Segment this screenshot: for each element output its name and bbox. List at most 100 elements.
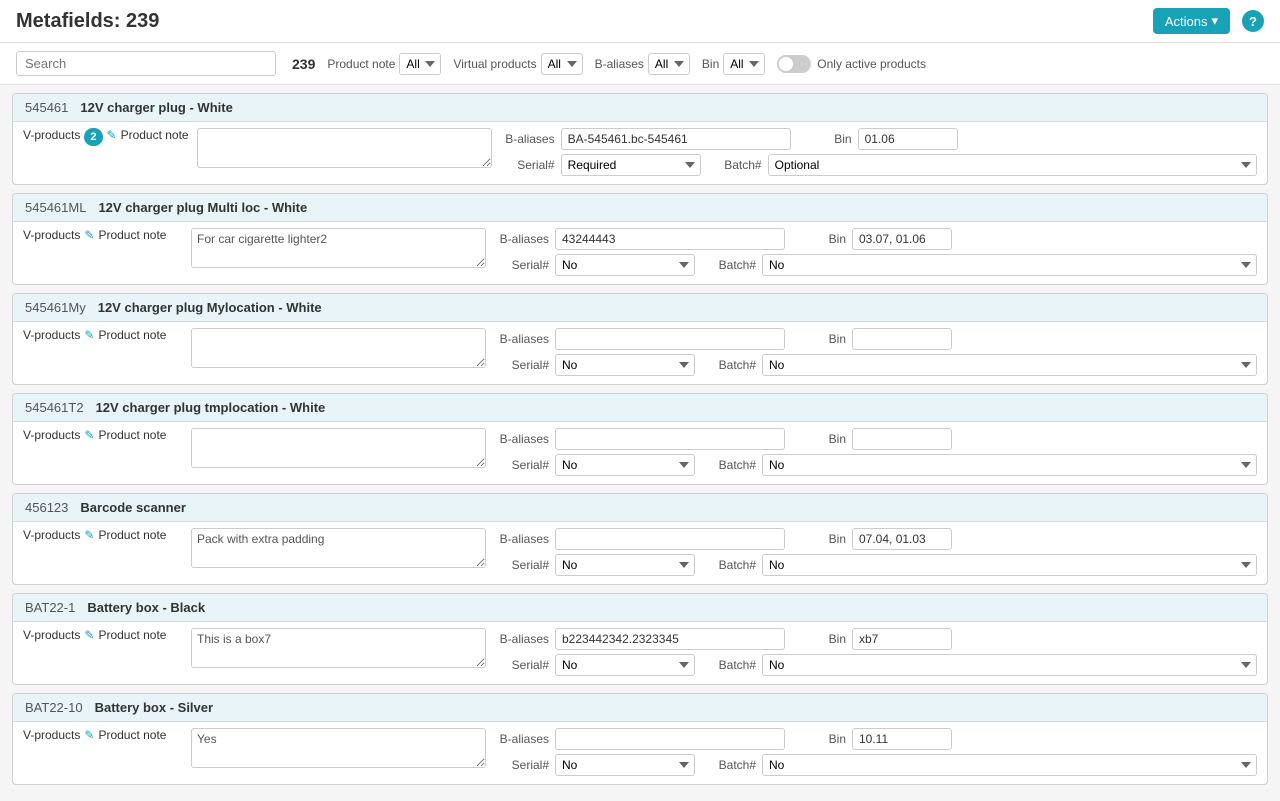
b-aliases-bin-row: B-aliases Bin [494, 328, 1257, 350]
product-body: V-products✎Product notePack with extra p… [13, 522, 1267, 584]
search-input[interactable] [16, 51, 276, 76]
batch-select[interactable]: NoRequiredOptional [768, 154, 1257, 176]
left-col: V-products2✎Product note [23, 128, 189, 146]
b-aliases-bin-row: B-aliases Bin [494, 228, 1257, 250]
note-textarea[interactable] [191, 328, 486, 368]
serial-select[interactable]: NoRequiredOptional [561, 154, 701, 176]
left-col: V-products✎Product note [23, 228, 183, 242]
bin-input[interactable] [852, 728, 952, 750]
b-aliases-label: B-aliases [494, 232, 549, 246]
bin-input[interactable] [852, 328, 952, 350]
virtual-products-select[interactable]: All [541, 53, 583, 75]
note-textarea[interactable]: Pack with extra padding [191, 528, 486, 568]
edit-icon[interactable]: ✎ [84, 328, 94, 342]
bin-label: Bin [797, 132, 852, 146]
edit-icon[interactable]: ✎ [84, 628, 94, 642]
top-bar: Metafields: 239 Actions ▾ ? [0, 0, 1280, 43]
note-textarea[interactable] [191, 428, 486, 468]
product-header: BAT22-10Battery box - Silver [13, 694, 1267, 722]
bin-input[interactable] [852, 228, 952, 250]
serial-batch-row: Serial# NoRequiredOptional Batch# NoRequ… [494, 554, 1257, 576]
right-col: B-aliases Bin Serial# NoRequiredOptional… [494, 228, 1257, 276]
b-aliases-input[interactable] [555, 728, 785, 750]
b-aliases-label: B-aliases [494, 332, 549, 346]
batch-select[interactable]: NoRequiredOptional [762, 754, 1257, 776]
b-aliases-bin-row: B-aliases Bin [494, 428, 1257, 450]
serial-batch-row: Serial# NoRequiredOptional Batch# NoRequ… [494, 654, 1257, 676]
product-name: 12V charger plug - White [80, 100, 232, 115]
b-aliases-bin-row: B-aliases Bin [494, 628, 1257, 650]
bin-label: Bin [791, 232, 846, 246]
product-group: 545461T212V charger plug tmplocation - W… [12, 393, 1268, 485]
b-aliases-input[interactable] [555, 428, 785, 450]
product-id: BAT22-1 [25, 600, 75, 615]
left-col: V-products✎Product note [23, 328, 183, 342]
serial-select[interactable]: NoRequiredOptional [555, 754, 695, 776]
serial-label: Serial# [494, 658, 549, 672]
batch-select[interactable]: NoRequiredOptional [762, 354, 1257, 376]
batch-select[interactable]: NoRequiredOptional [762, 554, 1257, 576]
product-note-label: Product note [98, 528, 166, 542]
edit-icon[interactable]: ✎ [84, 728, 94, 742]
edit-icon[interactable]: ✎ [84, 228, 94, 242]
b-aliases-select[interactable]: All [648, 53, 690, 75]
b-aliases-input[interactable] [555, 628, 785, 650]
main-content: 54546112V charger plug - WhiteV-products… [0, 85, 1280, 801]
b-aliases-bin-row: B-aliases Bin [494, 528, 1257, 550]
only-active-toggle-group: Only active products [777, 55, 926, 73]
note-textarea[interactable]: This is a box7 [191, 628, 486, 668]
bin-input[interactable] [858, 128, 958, 150]
batch-label: Batch# [707, 158, 762, 172]
product-name: Battery box - Black [87, 600, 205, 615]
product-header: 545461T212V charger plug tmplocation - W… [13, 394, 1267, 422]
product-row: V-products✎Product note This is a box7 B-… [23, 628, 1257, 676]
product-header: 545461My12V charger plug Mylocation - Wh… [13, 294, 1267, 322]
product-row: V-products✎Product noteFor car cigarette… [23, 228, 1257, 276]
bin-input[interactable] [852, 428, 952, 450]
b-aliases-label: B-aliases [494, 732, 549, 746]
batch-label: Batch# [701, 458, 756, 472]
b-aliases-input[interactable] [555, 228, 785, 250]
serial-select[interactable]: NoRequiredOptional [555, 454, 695, 476]
bin-label: Bin [791, 532, 846, 546]
edit-icon[interactable]: ✎ [84, 528, 94, 542]
batch-select[interactable]: NoRequiredOptional [762, 454, 1257, 476]
edit-icon[interactable]: ✎ [84, 428, 94, 442]
virtual-products-filter: Virtual products All [453, 53, 582, 75]
b-aliases-label: B-aliases [494, 532, 549, 546]
product-body: V-products✎Product noteFor car cigarette… [13, 222, 1267, 284]
product-note-select[interactable]: All [399, 53, 441, 75]
serial-select[interactable]: NoRequiredOptional [555, 654, 695, 676]
product-id: BAT22-10 [25, 700, 83, 715]
note-textarea[interactable] [197, 128, 492, 168]
product-header: 456123Barcode scanner [13, 494, 1267, 522]
bin-input[interactable] [852, 628, 952, 650]
product-note-label: Product note [98, 328, 166, 342]
edit-icon[interactable]: ✎ [107, 128, 117, 142]
only-active-toggle[interactable] [777, 55, 811, 73]
note-textarea[interactable]: For car cigarette lighter2 [191, 228, 486, 268]
batch-label: Batch# [701, 258, 756, 272]
serial-select[interactable]: NoRequiredOptional [555, 354, 695, 376]
b-aliases-input[interactable] [555, 328, 785, 350]
serial-select[interactable]: NoRequiredOptional [555, 554, 695, 576]
actions-button[interactable]: Actions ▾ [1153, 8, 1230, 34]
bin-input[interactable] [852, 528, 952, 550]
help-icon[interactable]: ? [1242, 10, 1264, 32]
product-name: 12V charger plug tmplocation - White [96, 400, 326, 415]
batch-select[interactable]: NoRequiredOptional [762, 254, 1257, 276]
top-bar-right: Actions ▾ ? [1153, 8, 1264, 34]
product-row: V-products✎Product noteYes B-aliases Bin… [23, 728, 1257, 776]
note-textarea[interactable]: Yes [191, 728, 486, 768]
b-aliases-input[interactable] [561, 128, 791, 150]
batch-select[interactable]: NoRequiredOptional [762, 654, 1257, 676]
left-col: V-products✎Product note [23, 628, 183, 642]
b-aliases-input[interactable] [555, 528, 785, 550]
serial-select[interactable]: NoRequiredOptional [555, 254, 695, 276]
product-note-label: Product note [98, 228, 166, 242]
left-col: V-products✎Product note [23, 728, 183, 742]
batch-label: Batch# [701, 758, 756, 772]
product-note-label: Product note [327, 57, 395, 71]
product-note-label: Product note [121, 128, 189, 142]
bin-select[interactable]: All [723, 53, 765, 75]
